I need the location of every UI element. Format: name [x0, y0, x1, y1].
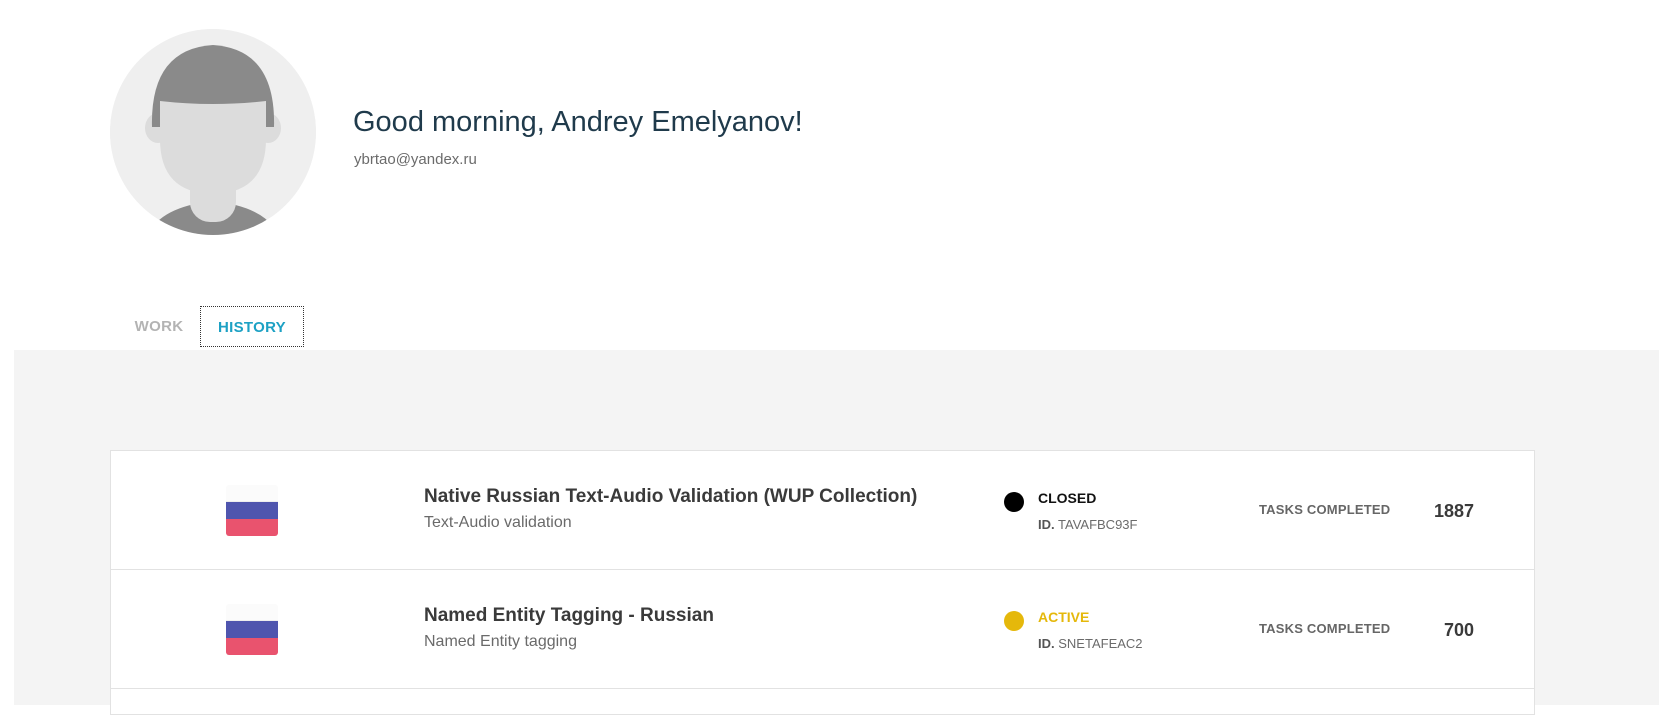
- id-value: SNETAFEAC2: [1058, 636, 1143, 651]
- page: Good morning, Andrey Emelyanov! ybrtao@y…: [0, 0, 1659, 715]
- project-title[interactable]: Named Entity Tagging - Russian: [424, 605, 714, 627]
- greeting-heading: Good morning, Andrey Emelyanov!: [353, 106, 803, 138]
- tasks-completed-label: TASKS COMPLETED: [1259, 502, 1391, 517]
- russia-flag-icon: [226, 485, 278, 536]
- tasks-completed-count: 1887: [1433, 501, 1474, 521]
- project-title[interactable]: Native Russian Text-Audio Validation (WU…: [424, 486, 917, 508]
- status-dot-icon: [1004, 492, 1024, 512]
- russia-flag-icon: [226, 604, 278, 655]
- id-value: TAVAFBC93F: [1058, 517, 1138, 532]
- tab-bar: WORK HISTORY: [118, 306, 304, 347]
- id-label: ID.: [1038, 517, 1055, 532]
- project-list: Native Russian Text-Audio Validation (WU…: [110, 450, 1535, 715]
- person-placeholder-icon: [110, 29, 316, 235]
- project-type: Named Entity tagging: [424, 633, 577, 650]
- tasks-completed-label: TASKS COMPLETED: [1259, 621, 1391, 636]
- id-label: ID.: [1038, 636, 1055, 651]
- project-row[interactable]: Native Russian Text-Audio Validation (WU…: [111, 451, 1534, 570]
- tab-work[interactable]: WORK: [118, 306, 200, 347]
- tab-history[interactable]: HISTORY: [200, 306, 304, 347]
- project-type: Text-Audio validation: [424, 514, 572, 531]
- project-id: ID. TAVAFBC93F: [1038, 517, 1137, 532]
- user-email: ybrtao@yandex.ru: [354, 151, 477, 168]
- status-label: CLOSED: [1038, 490, 1097, 506]
- project-id: ID. SNETAFEAC2: [1038, 636, 1143, 651]
- project-row[interactable]: Named Entity Tagging - Russian Named Ent…: [111, 570, 1534, 689]
- status-dot-icon: [1004, 611, 1024, 631]
- avatar: [110, 29, 316, 235]
- status-label: ACTIVE: [1038, 609, 1090, 625]
- tasks-completed-count: 700: [1443, 620, 1474, 640]
